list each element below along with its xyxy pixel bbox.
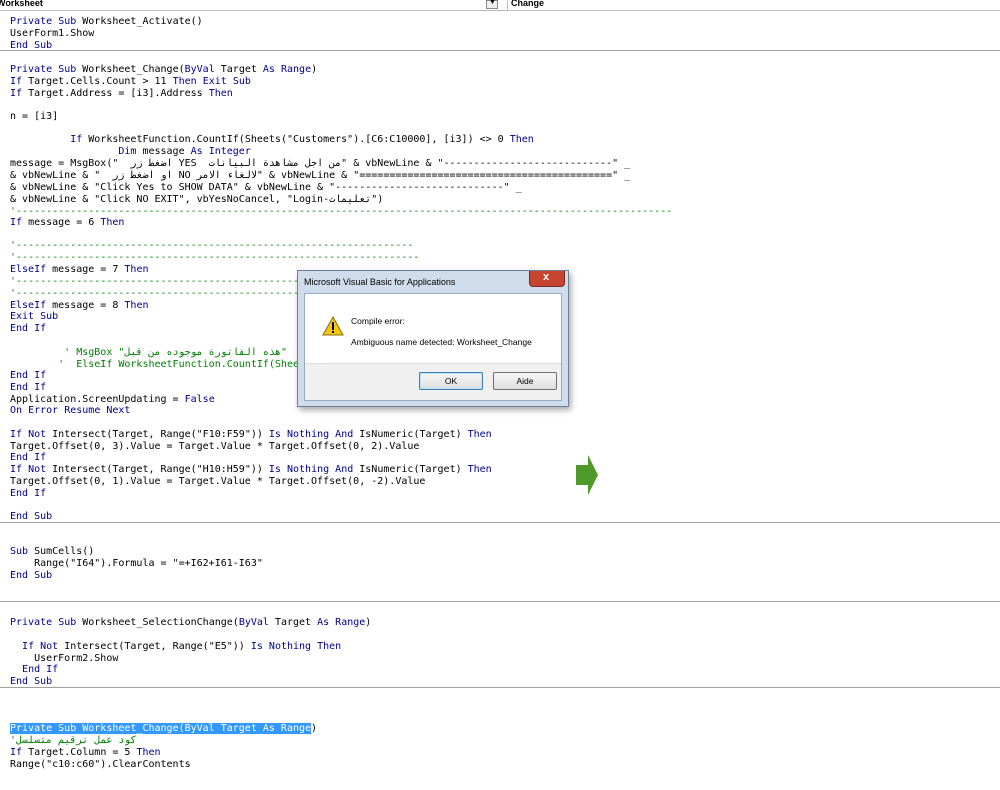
dialog-message-heading: Compile error: [351,316,405,326]
aide-button[interactable]: Aide [493,372,557,390]
procedure-combobox[interactable]: Change [507,0,1000,10]
code-line[interactable]: If message = 6 Then [10,217,124,229]
dialog-body: Compile error: Ambiguous name detected: … [304,293,562,401]
dialog-message-detail: Ambiguous name detected: Worksheet_Chang… [351,337,532,347]
code-line[interactable]: End If [10,370,46,382]
procedure-combobox-value: Change [511,0,545,8]
code-line[interactable]: ElseIf message = 7 Then [10,264,149,276]
code-line[interactable]: Exit Sub [10,311,58,323]
procedure-separator [0,50,1000,51]
warning-icon [322,316,344,336]
code-line[interactable]: End If [10,323,46,335]
code-line[interactable]: n = [i3] [10,111,58,123]
code-line[interactable]: ' ElseIf WorksheetFunction.CountIf(Sheet… [10,359,311,371]
code-line[interactable]: '---------------------------------------… [10,240,413,252]
code-line[interactable]: If Not Intersect(Target, Range("E5")) Is… [10,641,341,653]
chevron-down-icon: ▼ [489,0,496,6]
code-line[interactable]: End Sub [10,511,52,523]
code-line[interactable]: End Sub [10,570,52,582]
code-window-toolbar: Worksheet ▼ Change [0,0,1000,11]
close-icon: x [543,271,550,283]
code-line[interactable]: Dim message As Integer [10,146,250,158]
procedure-separator [0,601,1000,602]
code-line[interactable]: 'كود عمل ترقيم متسلسل [10,735,136,747]
dialog-button-bar: OK Aide [305,363,561,400]
code-line[interactable]: Target.Offset(0, 1).Value = Target.Value… [10,476,425,488]
compile-error-dialog: Microsoft Visual Basic for Applications … [297,270,569,407]
code-line[interactable]: End If [10,488,46,500]
code-line[interactable]: Private Sub Worksheet_Change(ByVal Targe… [10,64,317,76]
object-combobox-dropdown-button[interactable]: ▼ [486,0,498,9]
object-combobox[interactable]: Worksheet [0,0,484,10]
code-line[interactable]: Private Sub Worksheet_SelectionChange(By… [10,617,371,629]
code-line[interactable]: message = MsgBox(" اضغط زر YES من اجل مش… [10,158,630,170]
procedure-separator [0,687,1000,688]
code-line[interactable]: End If [10,664,58,676]
code-line[interactable]: If Not Intersect(Target, Range("H10:H59"… [10,464,492,476]
code-line[interactable]: If Not Intersect(Target, Range("F10:F59"… [10,429,492,441]
ok-button[interactable]: OK [419,372,483,390]
code-line[interactable]: & vbNewLine & " او اضغط زر NO لالغاء الا… [10,170,630,182]
dialog-close-button[interactable]: x [529,271,565,287]
code-line-selected[interactable]: Private Sub Worksheet_Change(ByVal Targe… [10,723,317,735]
code-line[interactable]: UserForm1.Show [10,28,94,40]
code-line[interactable]: End If [10,382,46,394]
object-combobox-value: Worksheet [0,0,43,8]
code-line[interactable]: Private Sub Worksheet_Activate() [10,16,203,28]
code-line[interactable]: '---------------------------------------… [10,288,311,300]
code-line[interactable]: Range("I64").Formula = "=+I62+I61-I63" [10,558,263,570]
procedure-separator [0,522,1000,523]
code-line[interactable]: Range("c10:c60").ClearContents [10,759,191,771]
code-line[interactable]: If Target.Cells.Count > 11 Then Exit Sub [10,76,251,88]
code-line[interactable]: & vbNewLine & "Click NO EXIT", vbYesNoCa… [10,194,383,206]
code-line[interactable]: '---------------------------------------… [10,252,419,264]
code-line[interactable]: ' MsgBox "هذه الفاتورة موجوده من قبل" [10,347,287,359]
code-line[interactable]: If WorksheetFunction.CountIf(Sheets("Cus… [10,134,534,146]
code-line[interactable]: Sub SumCells() [10,546,94,558]
code-line[interactable]: End Sub [10,676,52,688]
code-line[interactable]: '---------------------------------------… [10,276,311,288]
code-line[interactable]: & vbNewLine & "Click Yes to SHOW DATA" &… [10,182,522,194]
code-line[interactable]: If Target.Address = [i3].Address Then [10,88,233,100]
code-line[interactable]: End If [10,452,46,464]
green-arrow-icon [576,455,598,495]
dialog-title: Microsoft Visual Basic for Applications [304,277,456,287]
code-line[interactable]: End Sub [10,40,52,52]
code-line[interactable]: On Error Resume Next [10,405,130,417]
code-line[interactable]: If Target.Column = 5 Then [10,747,161,759]
code-line[interactable]: Target.Offset(0, 3).Value = Target.Value… [10,441,419,453]
